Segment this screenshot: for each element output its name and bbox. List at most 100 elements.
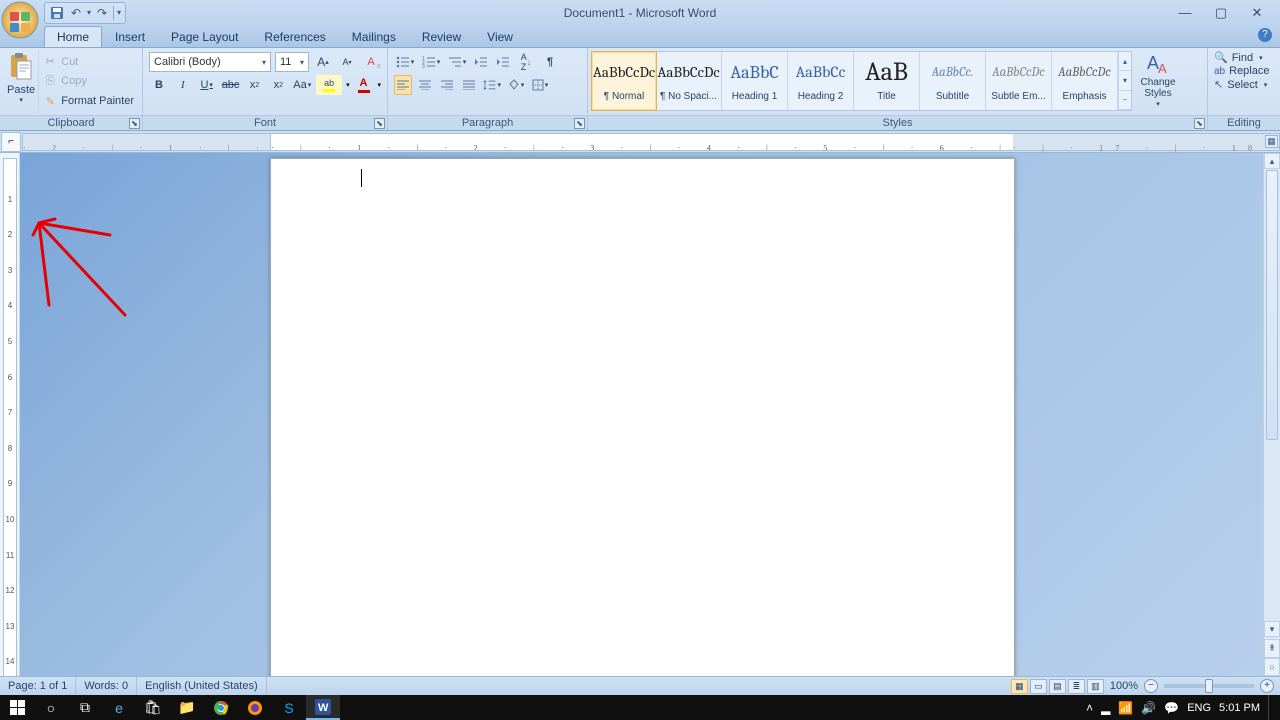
align-left-button[interactable] — [394, 75, 412, 95]
multilevel-list-button[interactable]: ▾ — [446, 52, 468, 72]
close-button[interactable]: ✕ — [1248, 5, 1266, 21]
font-launcher[interactable]: ⬊ — [374, 118, 385, 129]
style-title[interactable]: AaBTitle — [854, 52, 920, 110]
tray-wifi-icon[interactable]: 📶 — [1118, 701, 1133, 715]
save-icon[interactable] — [49, 5, 65, 21]
paragraph-launcher[interactable]: ⬊ — [574, 118, 585, 129]
view-outline[interactable]: ≣ — [1068, 679, 1085, 694]
strikethrough-button[interactable]: abc — [221, 75, 241, 95]
clipboard-launcher[interactable]: ⬊ — [129, 118, 140, 129]
copy-button[interactable]: ⎘Copy — [43, 74, 134, 88]
store-icon[interactable]: 🛍 — [136, 695, 170, 720]
tab-view[interactable]: View — [474, 26, 526, 47]
zoom-out[interactable]: − — [1144, 679, 1158, 693]
style-heading-1[interactable]: AaBbCHeading 1 — [722, 52, 788, 110]
bold-button[interactable]: B — [149, 75, 169, 95]
cortana-button[interactable]: ○ — [34, 695, 68, 720]
help-icon[interactable]: ? — [1258, 28, 1272, 42]
find-button[interactable]: 🔍Find▾ — [1214, 51, 1274, 64]
maximize-button[interactable]: ▢ — [1212, 5, 1230, 21]
highlight-button[interactable]: ab — [316, 75, 342, 95]
show-desktop[interactable] — [1268, 695, 1274, 720]
start-button[interactable] — [0, 695, 34, 720]
tab-mailings[interactable]: Mailings — [339, 26, 409, 47]
bullets-button[interactable]: ▾ — [394, 52, 416, 72]
qat-customize[interactable]: ▾ — [117, 8, 121, 17]
tray-clock[interactable]: 5:01 PM — [1219, 702, 1260, 714]
view-print-layout[interactable]: ▦ — [1011, 679, 1028, 694]
italic-button[interactable]: I — [173, 75, 193, 95]
decrease-indent-button[interactable] — [472, 52, 490, 72]
redo-icon[interactable]: ↷ — [94, 5, 110, 21]
increase-indent-button[interactable] — [494, 52, 512, 72]
line-spacing-button[interactable]: ▾ — [482, 75, 502, 95]
subscript-button[interactable]: x2 — [245, 75, 265, 95]
view-web-layout[interactable]: ▤ — [1049, 679, 1066, 694]
tab-references[interactable]: References — [251, 26, 338, 47]
document-page[interactable] — [270, 158, 1015, 695]
undo-dropdown[interactable]: ▾ — [87, 8, 91, 17]
borders-button[interactable]: ▾ — [530, 75, 550, 95]
numbering-button[interactable]: 123▾ — [420, 52, 442, 72]
grow-font-button[interactable]: A▴ — [313, 52, 333, 72]
gallery-scroll-up[interactable]: ▴ — [1119, 52, 1131, 71]
tab-insert[interactable]: Insert — [102, 26, 158, 47]
minimize-button[interactable]: — — [1176, 5, 1194, 21]
highlight-dropdown[interactable]: ▾ — [346, 81, 350, 89]
horizontal-ruler[interactable]: · | · 1 · | · 2 · | · 3 · | · 4 · | · 5 … — [270, 133, 1015, 151]
edge-icon[interactable]: e — [102, 695, 136, 720]
justify-button[interactable] — [460, 75, 478, 95]
tray-battery-icon[interactable]: ▂ — [1101, 701, 1110, 715]
status-words[interactable]: Words: 0 — [76, 677, 137, 695]
explorer-icon[interactable]: 📁 — [170, 695, 204, 720]
word-taskbar-icon[interactable]: W — [306, 695, 340, 720]
align-center-button[interactable] — [416, 75, 434, 95]
replace-button[interactable]: abReplace — [1214, 65, 1274, 77]
horizontal-ruler-margin-left[interactable]: · 2 · | · 1 · | · — [22, 133, 270, 151]
undo-icon[interactable]: ↶ — [68, 5, 84, 21]
style-emphasis[interactable]: AaBbCcDcEmphasis — [1052, 52, 1118, 110]
shading-button[interactable]: ▾ — [506, 75, 526, 95]
vertical-ruler[interactable]: 1234567891011121314 — [0, 153, 20, 695]
superscript-button[interactable]: x2 — [268, 75, 288, 95]
style-subtitle[interactable]: AaBbCc.Subtitle — [920, 52, 986, 110]
cut-button[interactable]: ✂Cut — [43, 55, 134, 69]
style-subtle-emphasis[interactable]: AaBbCcDcSubtle Em... — [986, 52, 1052, 110]
change-case-button[interactable]: Aa▾ — [292, 75, 312, 95]
underline-button[interactable]: U▾ — [197, 75, 217, 95]
style-no-spacing[interactable]: AaBbCcDc¶ No Spaci... — [656, 52, 722, 110]
style-heading-2[interactable]: AaBbCcHeading 2 — [788, 52, 854, 110]
font-name-combo[interactable]: Calibri (Body)▾ — [149, 52, 271, 72]
vertical-scrollbar[interactable]: ▴ ▾ ⇞ ○ ⇟ — [1263, 153, 1280, 695]
view-draft[interactable]: ▥ — [1087, 679, 1104, 694]
ruler-toggle[interactable]: ▦ — [1265, 135, 1278, 148]
previous-page[interactable]: ⇞ — [1264, 639, 1280, 658]
task-view-button[interactable]: ⧉ — [68, 695, 102, 720]
tray-language[interactable]: ENG — [1187, 702, 1211, 714]
tab-home[interactable]: Home — [44, 26, 102, 47]
view-full-screen[interactable]: ▭ — [1030, 679, 1047, 694]
tab-review[interactable]: Review — [409, 26, 474, 47]
align-right-button[interactable] — [438, 75, 456, 95]
horizontal-ruler-margin-right[interactable]: · | · 17 · | · 18 · — [1013, 133, 1280, 151]
font-size-combo[interactable]: 11▾ — [275, 52, 309, 72]
skype-icon[interactable]: S — [272, 695, 306, 720]
gallery-more[interactable]: ⎯ — [1119, 91, 1131, 110]
office-button[interactable] — [0, 0, 40, 40]
show-marks-button[interactable]: ¶ — [540, 52, 560, 72]
clear-formatting-button[interactable]: Aa — [361, 52, 381, 72]
tray-volume-icon[interactable]: 🔊 — [1141, 701, 1156, 715]
tray-notifications-icon[interactable]: 💬 — [1164, 701, 1179, 715]
format-painter-button[interactable]: ✎Format Painter — [43, 94, 134, 108]
chrome-icon[interactable] — [204, 695, 238, 720]
scroll-up[interactable]: ▴ — [1264, 153, 1280, 169]
style-normal[interactable]: AaBbCcDc¶ Normal — [591, 51, 657, 111]
change-styles-button[interactable]: AA Change Styles▾ — [1136, 51, 1180, 110]
zoom-level[interactable]: 100% — [1110, 680, 1138, 692]
status-language[interactable]: English (United States) — [137, 677, 267, 695]
browse-object[interactable]: ○ — [1264, 658, 1280, 677]
zoom-slider[interactable] — [1164, 684, 1254, 688]
firefox-icon[interactable] — [238, 695, 272, 720]
paste-button[interactable]: Paste ▾ — [4, 50, 39, 113]
tab-page-layout[interactable]: Page Layout — [158, 26, 251, 47]
